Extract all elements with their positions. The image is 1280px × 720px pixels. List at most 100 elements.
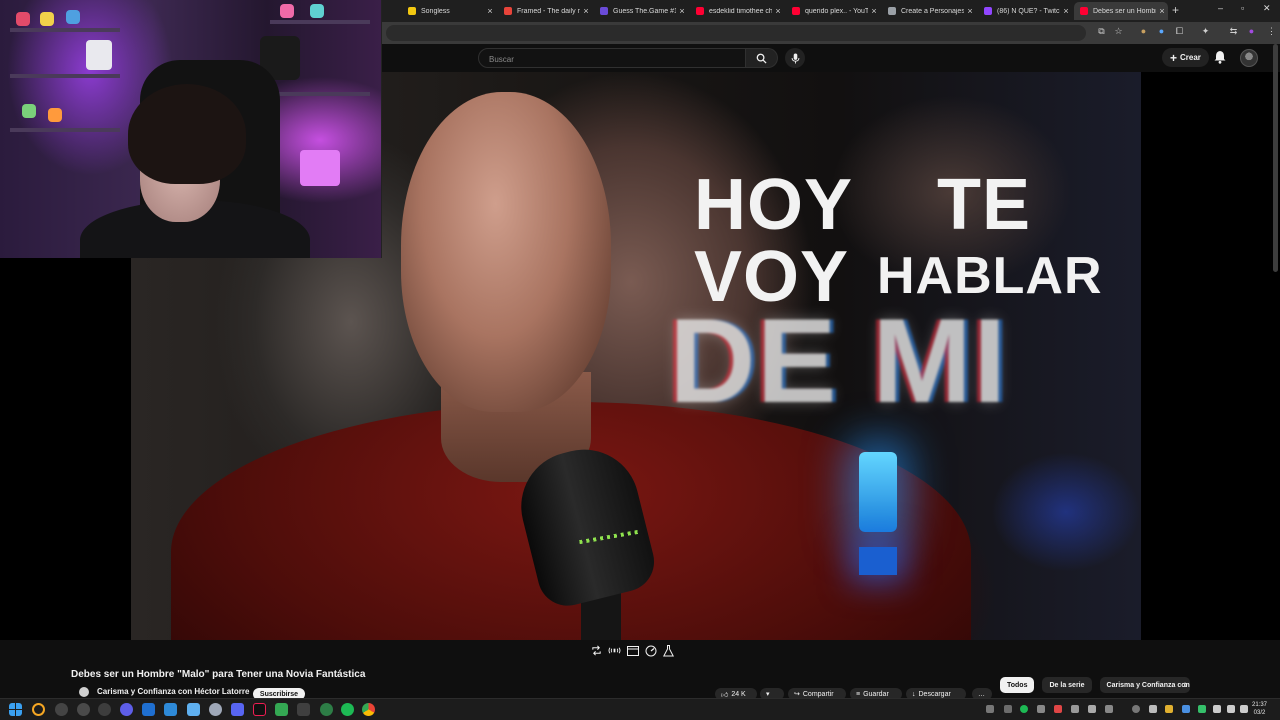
close-icon[interactable]: × (580, 6, 592, 16)
vpn-app-icon[interactable] (120, 703, 133, 716)
notifications-bell-icon[interactable] (1214, 50, 1226, 64)
search-icon (756, 53, 767, 64)
tab-youtube-querido[interactable]: querido plex.. - YouTub × (786, 2, 880, 20)
tray-icon[interactable] (986, 705, 994, 713)
volume-icon[interactable] (1227, 705, 1235, 713)
search-button[interactable] (746, 48, 778, 68)
close-icon[interactable]: × (868, 6, 880, 16)
app-icon[interactable] (98, 703, 111, 716)
clock-time: 21:37 (1252, 702, 1268, 708)
loop-icon[interactable] (590, 644, 603, 657)
tab-guess-the-game[interactable]: Guess The.Game #136 × (594, 2, 688, 20)
caption-de-mi: DE MI (669, 294, 1008, 428)
tab-active-youtube[interactable]: Debes ser un Hombre × (1074, 2, 1168, 20)
save-label: Guardar (863, 690, 889, 698)
discord-icon[interactable] (231, 703, 244, 716)
close-window-icon[interactable]: ✕ (1263, 3, 1271, 14)
tray-icon[interactable] (1182, 705, 1190, 713)
extensions-puzzle-icon[interactable]: ⧠ (1174, 26, 1185, 37)
microphone-icon (791, 53, 799, 63)
taskbar-clock[interactable]: 21:37 03/2 (1252, 701, 1267, 717)
create-button[interactable]: + Crear (1162, 48, 1209, 67)
caption-te: TE (937, 165, 1032, 245)
network-icon[interactable] (1213, 705, 1221, 713)
app-icon[interactable] (275, 703, 288, 716)
figurine (280, 4, 294, 18)
chevron-right-icon[interactable]: › (1184, 679, 1188, 691)
maximize-icon[interactable]: ▫ (1241, 3, 1244, 13)
app-icon[interactable] (297, 703, 310, 716)
close-icon[interactable]: × (772, 6, 784, 16)
tray-icon[interactable] (1004, 705, 1012, 713)
tab-framed[interactable]: Framed - The daily m × (498, 2, 592, 20)
thumbs-down-icon: ▾ (766, 691, 770, 698)
spotify-icon[interactable] (341, 703, 354, 716)
chip-de-la-serie[interactable]: De la serie (1042, 677, 1092, 693)
clock-date: 03/2 (1253, 710, 1266, 716)
tray-icon[interactable] (1054, 705, 1062, 713)
battery-icon[interactable] (1240, 705, 1248, 713)
tray-icon[interactable] (1037, 705, 1045, 713)
search-input[interactable] (479, 50, 745, 69)
tray-icon[interactable] (1071, 705, 1079, 713)
extension-icon[interactable]: ● (1156, 26, 1167, 37)
chrome-icon[interactable] (362, 703, 375, 716)
close-icon[interactable]: × (1060, 6, 1072, 16)
voice-search-button[interactable] (785, 48, 805, 68)
tab-label: esdeklid timothee chal (709, 7, 772, 15)
chip-todos[interactable]: Todos (1000, 677, 1035, 693)
chip-channel[interactable]: Carisma y Confianza con H (1099, 677, 1190, 693)
tray-icon[interactable] (1198, 705, 1206, 713)
tray-icon[interactable] (1132, 705, 1140, 713)
stable-volume-icon[interactable] (608, 644, 621, 657)
page-scrollbar[interactable] (1273, 44, 1278, 272)
search-icon[interactable] (32, 703, 45, 716)
playback-speed-icon[interactable] (644, 644, 657, 657)
install-icon[interactable]: ⧉ (1096, 26, 1107, 37)
plus-icon: + (1170, 50, 1178, 65)
app-icon[interactable] (209, 703, 222, 716)
tray-icon[interactable] (1149, 705, 1157, 713)
minimize-icon[interactable]: – (1218, 3, 1223, 13)
like-count: 24 K (731, 690, 746, 698)
experiment-flask-icon[interactable] (662, 644, 675, 657)
tray-icon[interactable] (1165, 705, 1173, 713)
close-icon[interactable]: × (676, 6, 688, 16)
address-bar[interactable] (386, 25, 1086, 41)
tiktok-icon[interactable] (253, 703, 266, 716)
sidebar-icon[interactable]: ⇆ (1228, 26, 1239, 37)
windows-taskbar: 21:37 03/2 (0, 698, 1280, 720)
bookmark-star-icon[interactable]: ☆ (1113, 26, 1124, 37)
spotify-tray-icon[interactable] (1020, 705, 1028, 713)
channel-avatar[interactable] (79, 687, 89, 697)
account-avatar[interactable] (1240, 49, 1258, 67)
profile-icon[interactable]: ● (1246, 26, 1257, 37)
channel-name[interactable]: Carisma y Confianza con Héctor Latorre (97, 687, 249, 696)
close-icon[interactable]: × (1156, 6, 1168, 16)
blue-lamp (859, 452, 897, 532)
app-icon[interactable] (164, 703, 177, 716)
close-icon[interactable]: × (484, 6, 496, 16)
close-icon[interactable]: × (964, 6, 976, 16)
app-icon[interactable] (142, 703, 155, 716)
app-icon[interactable] (77, 703, 90, 716)
tray-icon[interactable] (1105, 705, 1113, 713)
blue-lamp-base (859, 547, 897, 575)
telegram-icon[interactable] (187, 703, 200, 716)
tray-icon[interactable] (1088, 705, 1096, 713)
tab-create-personajes[interactable]: Create a Personajes C × (882, 2, 976, 20)
figurine (22, 104, 36, 118)
extension-icon[interactable]: ● (1138, 26, 1149, 37)
playlist-add-icon: ≡ (856, 690, 861, 698)
tab-youtube-esdeklid[interactable]: esdeklid timothee chal × (690, 2, 784, 20)
shelf (10, 128, 120, 132)
tab-twitch[interactable]: (86) N QUE? - Twitch × (978, 2, 1072, 20)
kebab-menu-icon[interactable]: ⋮ (1266, 26, 1277, 37)
plus-icon[interactable]: + (1172, 3, 1179, 17)
pin-icon[interactable]: ✦ (1200, 26, 1211, 37)
theater-mode-icon[interactable] (626, 644, 639, 657)
task-view-icon[interactable] (55, 703, 68, 716)
windows-start-icon[interactable] (9, 703, 22, 716)
tab-songless[interactable]: Songless × (402, 2, 496, 20)
app-icon[interactable] (320, 703, 333, 716)
